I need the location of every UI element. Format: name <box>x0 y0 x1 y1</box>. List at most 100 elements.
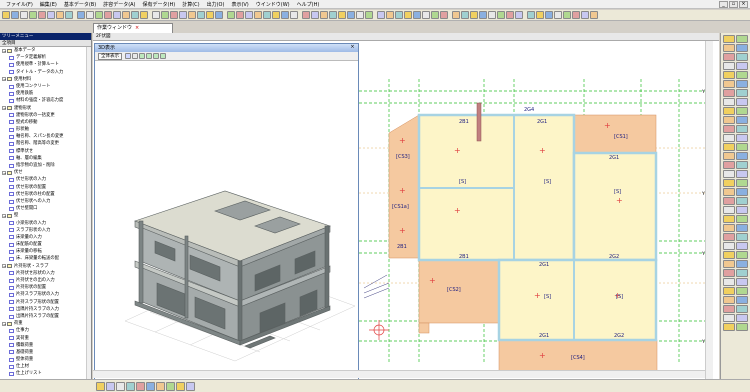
tree-folder-item[interactable]: − 片持形状・スラブ <box>0 263 91 270</box>
view-front-icon[interactable] <box>153 53 159 59</box>
toolbar-button-icon[interactable] <box>245 11 253 19</box>
toolbar-button-icon[interactable] <box>461 11 469 19</box>
toolbar-button-icon[interactable] <box>29 11 37 19</box>
tree-item[interactable]: タイトル・データの入力 <box>0 69 91 76</box>
beam-label[interactable]: 2G1 <box>539 333 549 339</box>
tool-palette-icon[interactable] <box>736 323 748 331</box>
beam-label[interactable]: 2G2 <box>609 254 619 260</box>
tool-palette-icon[interactable] <box>736 98 748 106</box>
room-label[interactable]: [S] <box>616 294 623 300</box>
menu-calculate[interactable]: 計算(C) <box>182 1 199 8</box>
tool-palette-icon[interactable] <box>723 224 735 232</box>
tree-item[interactable]: 標準伏せ <box>0 148 91 155</box>
bottom-toolbar-icon[interactable] <box>166 381 175 391</box>
tree-item[interactable]: 仕上げリスト <box>0 370 91 377</box>
toolbar-button-icon[interactable] <box>104 11 112 19</box>
tool-palette-icon[interactable] <box>736 179 748 187</box>
toolbar-button-icon[interactable] <box>77 11 85 19</box>
tree-item[interactable]: 積載荷重 <box>0 342 91 349</box>
tool-palette-icon[interactable] <box>723 233 735 241</box>
room-label[interactable]: [S] <box>544 294 551 300</box>
minimize-button[interactable]: _ <box>719 1 728 8</box>
tree-item[interactable]: 材料の強度・許容応力度 <box>0 97 91 104</box>
tool-palette-icon[interactable] <box>723 53 735 61</box>
tool-palette-icon[interactable] <box>723 215 735 223</box>
bottom-toolbar-icon[interactable] <box>126 381 135 391</box>
room-label[interactable]: [S] <box>614 189 621 195</box>
slab-label[interactable]: [CS4] <box>571 355 585 361</box>
floor-plan-canvas[interactable]: +++ +++ +++ + ++ [CS3] [CS1] [CS1a] [CS2]… <box>359 43 717 379</box>
tool-palette-icon[interactable] <box>736 278 748 286</box>
tool-palette-icon[interactable] <box>736 71 748 79</box>
building-3d-model[interactable] <box>95 61 358 392</box>
toolbar-button-icon[interactable] <box>47 11 55 19</box>
toolbar-button-icon[interactable] <box>497 11 505 19</box>
room-label[interactable]: [S] <box>544 179 551 185</box>
tool-palette-icon[interactable] <box>736 206 748 214</box>
tool-palette-icon[interactable] <box>723 62 735 70</box>
tree-item[interactable]: 床梁量の移転 <box>0 248 91 255</box>
tree-item[interactable]: 小梁形状の入力 <box>0 220 91 227</box>
tool-palette-icon[interactable] <box>736 62 748 70</box>
toolbar-button-icon[interactable] <box>281 11 289 19</box>
tool-palette-icon[interactable] <box>723 305 735 313</box>
expand-icon[interactable]: − <box>2 77 6 82</box>
tool-palette-icon[interactable] <box>736 53 748 61</box>
toolbar-button-icon[interactable] <box>413 11 421 19</box>
tree-item[interactable]: 壁式の移動 <box>0 119 91 126</box>
tool-palette-icon[interactable] <box>736 197 748 205</box>
tree-item[interactable]: スラブ形状の入力 <box>0 227 91 234</box>
tree-scrollbar[interactable] <box>86 47 91 379</box>
bottom-toolbar-icon[interactable] <box>106 381 115 391</box>
menu-basic-data[interactable]: 基本データ(B) <box>64 1 96 8</box>
tool-palette-icon[interactable] <box>723 296 735 304</box>
toolbar-button-icon[interactable] <box>590 11 598 19</box>
expand-icon[interactable]: − <box>2 213 6 218</box>
fit-all-button[interactable]: 全体表示 <box>98 52 122 60</box>
zoom-in-icon[interactable] <box>139 53 145 59</box>
tree-folder-item[interactable]: − 壁 <box>0 212 91 219</box>
tool-palette-icon[interactable] <box>723 206 735 214</box>
expand-icon[interactable]: − <box>2 106 6 111</box>
tree-folder-item[interactable]: − 伏せ <box>0 169 91 176</box>
room-label[interactable]: [S] <box>459 179 466 185</box>
tool-palette-icon[interactable] <box>723 188 735 196</box>
tree-item[interactable]: 床配筋の配置 <box>0 241 91 248</box>
toolbar-button-icon[interactable] <box>311 11 319 19</box>
toolbar-button-icon[interactable] <box>488 11 496 19</box>
expand-icon[interactable]: − <box>2 264 6 269</box>
expand-icon[interactable]: − <box>2 170 6 175</box>
document-tab[interactable]: 作業ウィンドウ × <box>93 23 173 33</box>
tool-palette-icon[interactable] <box>736 188 748 196</box>
tree-item[interactable]: 階名称、階高等の変更 <box>0 140 91 147</box>
toolbar-button-icon[interactable] <box>440 11 448 19</box>
tree-item[interactable]: 伏せ形状の配置 <box>0 184 91 191</box>
tool-palette-icon[interactable] <box>736 152 748 160</box>
tool-palette-icon[interactable] <box>736 89 748 97</box>
tool-palette-icon[interactable] <box>723 152 735 160</box>
tool-palette-icon[interactable] <box>723 260 735 268</box>
toolbar-button-icon[interactable] <box>377 11 385 19</box>
beam-label[interactable]: 2B1 <box>459 119 469 125</box>
toolbar-button-icon[interactable] <box>86 11 94 19</box>
tool-palette-icon[interactable] <box>723 107 735 115</box>
tree-item[interactable]: 出隅片持スラブの配置 <box>0 313 91 320</box>
tool-palette-icon[interactable] <box>736 161 748 169</box>
toolbar-button-icon[interactable] <box>290 11 298 19</box>
toolbar-button-icon[interactable] <box>572 11 580 19</box>
menu-help[interactable]: ヘルプ(H) <box>297 1 320 8</box>
toolbar-button-icon[interactable] <box>206 11 214 19</box>
tree-item[interactable]: 片持形状の配置 <box>0 284 91 291</box>
toolbar-button-icon[interactable] <box>386 11 394 19</box>
menu-file[interactable]: ファイル(F) <box>6 1 33 8</box>
tree-item[interactable]: 伏せ形状の入力 <box>0 176 91 183</box>
bottom-toolbar-icon[interactable] <box>96 381 105 391</box>
close-icon[interactable]: × <box>349 45 356 51</box>
bottom-toolbar-icon[interactable] <box>156 381 165 391</box>
toolbar-button-icon[interactable] <box>479 11 487 19</box>
toolbar-button-icon[interactable] <box>188 11 196 19</box>
tree-item[interactable]: 使用コンクリート <box>0 83 91 90</box>
toolbar-button-icon[interactable] <box>395 11 403 19</box>
tool-palette-icon[interactable] <box>736 80 748 88</box>
tree-folder-item[interactable]: − 荷重 <box>0 320 91 327</box>
